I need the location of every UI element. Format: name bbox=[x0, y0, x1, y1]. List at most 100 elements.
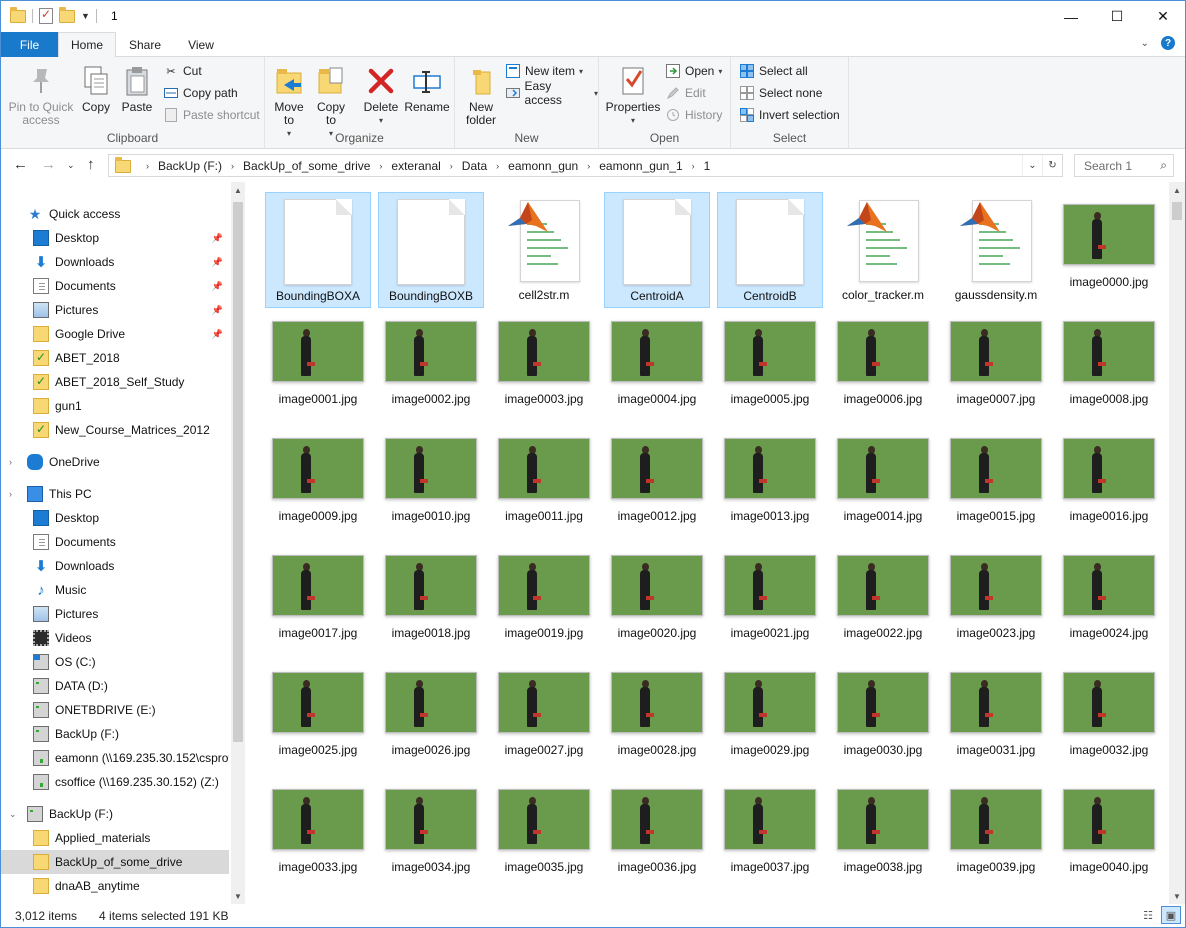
file-item[interactable]: gaussdensity.m bbox=[943, 192, 1049, 308]
customize-qat-chevron-icon[interactable]: ▼ bbox=[81, 11, 90, 21]
nav-item[interactable]: Documents 📌 bbox=[1, 274, 229, 298]
nav-item[interactable]: ⌄ BackUp (F:) bbox=[1, 802, 229, 826]
nav-item[interactable]: gun1 bbox=[1, 394, 229, 418]
expand-chevron-icon[interactable]: › bbox=[9, 489, 12, 499]
file-item[interactable]: image0009.jpg bbox=[265, 426, 371, 542]
file-item[interactable]: image0015.jpg bbox=[943, 426, 1049, 542]
file-item[interactable]: image0021.jpg bbox=[717, 543, 823, 659]
file-item[interactable]: image0025.jpg bbox=[265, 660, 371, 776]
details-view-icon[interactable]: ☷ bbox=[1138, 906, 1158, 924]
nav-item[interactable]: Google Drive 📌 bbox=[1, 322, 229, 346]
file-item[interactable]: image0020.jpg bbox=[604, 543, 710, 659]
rename-button[interactable]: Rename bbox=[404, 63, 450, 114]
breadcrumb-separator[interactable]: › bbox=[450, 161, 453, 171]
nav-scroll-thumb[interactable] bbox=[233, 202, 243, 742]
file-item[interactable]: image0040.jpg bbox=[1056, 777, 1162, 893]
delete-button[interactable]: Delete ▾ bbox=[361, 63, 401, 127]
file-item[interactable]: image0003.jpg bbox=[491, 309, 597, 425]
expand-chevron-icon[interactable]: ⌄ bbox=[9, 809, 17, 820]
new-folder-button[interactable]: New folder bbox=[461, 63, 501, 127]
nav-item[interactable]: eamonn (\\169.235.30.152\csprof bbox=[1, 746, 229, 770]
easy-access-button[interactable]: Easy access ▾ bbox=[505, 79, 598, 107]
breadcrumb-item[interactable]: BackUp_of_some_drive bbox=[243, 159, 370, 173]
file-item[interactable]: CentroidB bbox=[717, 192, 823, 308]
file-item[interactable]: image0005.jpg bbox=[717, 309, 823, 425]
breadcrumb-separator[interactable]: › bbox=[587, 161, 590, 171]
copy-button[interactable]: Copy bbox=[79, 63, 113, 114]
large-icons-view-icon[interactable]: ▣ bbox=[1161, 906, 1181, 924]
breadcrumb-separator[interactable]: › bbox=[379, 161, 382, 171]
file-item[interactable]: image0012.jpg bbox=[604, 426, 710, 542]
file-item[interactable]: image0004.jpg bbox=[604, 309, 710, 425]
tab-home[interactable]: Home bbox=[58, 32, 116, 58]
file-item[interactable]: image0014.jpg bbox=[830, 426, 936, 542]
file-item[interactable]: image0038.jpg bbox=[830, 777, 936, 893]
breadcrumb-item[interactable]: eamonn_gun_1 bbox=[599, 159, 682, 173]
copy-path-button[interactable]: Copy path bbox=[163, 83, 238, 103]
invert-selection-button[interactable]: Invert selection bbox=[739, 105, 840, 125]
nav-item[interactable]: New_Course_Matrices_2012 bbox=[1, 418, 229, 442]
nav-item[interactable]: dnaAB_anytime bbox=[1, 874, 229, 898]
select-none-button[interactable]: Select none bbox=[739, 83, 822, 103]
nav-item[interactable]: BackUp (F:) bbox=[1, 722, 229, 746]
recent-locations-chevron-icon[interactable]: ⌄ bbox=[67, 160, 75, 171]
open-button[interactable]: Open ▾ bbox=[665, 61, 722, 81]
maximize-button[interactable]: ☐ bbox=[1094, 1, 1140, 32]
help-icon[interactable]: ? bbox=[1161, 36, 1175, 50]
nav-item[interactable]: Applied_materials bbox=[1, 826, 229, 850]
file-item[interactable]: image0035.jpg bbox=[491, 777, 597, 893]
expand-chevron-icon[interactable]: › bbox=[9, 457, 12, 467]
file-item[interactable]: CentroidA bbox=[604, 192, 710, 308]
file-item[interactable]: image0029.jpg bbox=[717, 660, 823, 776]
tab-file[interactable]: File bbox=[1, 32, 58, 57]
breadcrumb-separator[interactable]: › bbox=[496, 161, 499, 171]
scroll-down-icon[interactable]: ▼ bbox=[231, 888, 245, 904]
file-item[interactable]: image0013.jpg bbox=[717, 426, 823, 542]
file-item[interactable]: image0024.jpg bbox=[1056, 543, 1162, 659]
file-item[interactable]: image0031.jpg bbox=[943, 660, 1049, 776]
file-item[interactable]: image0002.jpg bbox=[378, 309, 484, 425]
file-item[interactable]: image0023.jpg bbox=[943, 543, 1049, 659]
file-item[interactable]: image0001.jpg bbox=[265, 309, 371, 425]
file-item[interactable]: image0018.jpg bbox=[378, 543, 484, 659]
move-to-button[interactable]: Move to ▾ bbox=[271, 63, 307, 140]
copy-to-button[interactable]: Copy to ▾ bbox=[313, 63, 349, 140]
paste-shortcut-button[interactable]: Paste shortcut bbox=[163, 105, 260, 125]
file-item[interactable]: image0017.jpg bbox=[265, 543, 371, 659]
file-item[interactable]: BoundingBOXA bbox=[265, 192, 371, 308]
nav-item[interactable]: DATA (D:) bbox=[1, 674, 229, 698]
breadcrumb-item[interactable]: 1 bbox=[704, 159, 711, 173]
file-item[interactable]: image0032.jpg bbox=[1056, 660, 1162, 776]
nav-item[interactable]: › This PC bbox=[1, 482, 229, 506]
nav-item[interactable]: Documents bbox=[1, 530, 229, 554]
nav-item[interactable]: ⬇ Downloads 📌 bbox=[1, 250, 229, 274]
breadcrumb-separator[interactable]: › bbox=[231, 161, 234, 171]
search-input[interactable]: Search 1 ⌕ bbox=[1074, 154, 1174, 177]
tab-share[interactable]: Share bbox=[119, 32, 171, 57]
breadcrumb-separator[interactable]: › bbox=[692, 161, 695, 171]
file-item[interactable]: BoundingBOXB bbox=[378, 192, 484, 308]
file-item[interactable]: image0007.jpg bbox=[943, 309, 1049, 425]
content-scroll-thumb[interactable] bbox=[1172, 202, 1182, 220]
nav-item[interactable]: BackUp_of_some_drive bbox=[1, 850, 229, 874]
nav-item[interactable]: Desktop bbox=[1, 506, 229, 530]
breadcrumb-item[interactable]: Data bbox=[462, 159, 487, 173]
properties-qat-icon[interactable] bbox=[39, 7, 53, 24]
file-item[interactable]: image0027.jpg bbox=[491, 660, 597, 776]
minimize-button[interactable]: — bbox=[1048, 1, 1094, 32]
nav-item[interactable]: ABET_2018_Self_Study bbox=[1, 370, 229, 394]
nav-item[interactable]: ONETBDRIVE (E:) bbox=[1, 698, 229, 722]
expand-ribbon-chevron-icon[interactable]: ⌄ bbox=[1141, 38, 1149, 49]
file-item[interactable]: image0028.jpg bbox=[604, 660, 710, 776]
new-folder-qat-icon[interactable] bbox=[59, 6, 75, 23]
file-item[interactable]: image0000.jpg bbox=[1056, 192, 1162, 308]
file-item[interactable]: image0034.jpg bbox=[378, 777, 484, 893]
edit-button[interactable]: Edit bbox=[665, 83, 706, 103]
back-arrow-icon[interactable]: ← bbox=[13, 156, 28, 173]
nav-item[interactable]: ♪ Music bbox=[1, 578, 229, 602]
scroll-up-icon[interactable]: ▲ bbox=[1169, 182, 1185, 198]
content-scrollbar[interactable]: ▲ ▼ bbox=[1169, 182, 1185, 904]
history-button[interactable]: History bbox=[665, 105, 722, 125]
tab-view[interactable]: View bbox=[175, 32, 227, 57]
breadcrumb-item[interactable]: exteranal bbox=[391, 159, 440, 173]
